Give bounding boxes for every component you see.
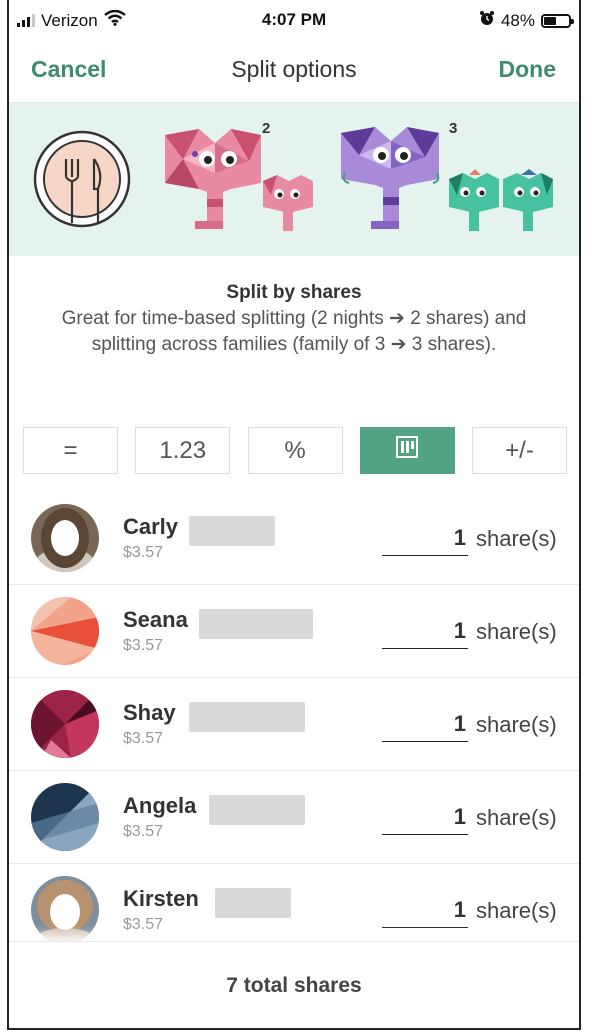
member-name: Shay: [123, 700, 176, 725]
member-name: Carly: [123, 514, 179, 539]
total-shares-label: 7 total shares: [226, 974, 362, 997]
split-type-tabs: = 1.23 % +/-: [23, 427, 567, 476]
member-amount: $3.57: [123, 637, 164, 654]
avatar: [31, 876, 99, 944]
redacted-surname: [209, 795, 305, 825]
exact-amount-icon: 1.23: [159, 436, 207, 464]
member-row-carly[interactable]: Carly $3.57 share(s): [9, 492, 579, 585]
group1-count: 2: [262, 120, 271, 137]
redacted-surname: [199, 609, 313, 639]
done-button[interactable]: Done: [499, 56, 557, 83]
split-description: Split by shares Great for time-based spl…: [29, 282, 559, 358]
shares-unit-label: share(s): [476, 619, 557, 644]
pink-elephant-pair-icon: [165, 129, 313, 231]
plate-cutlery-icon: [33, 130, 131, 228]
tab-shares[interactable]: [359, 427, 455, 474]
status-right: 48%: [479, 10, 574, 31]
shares-unit-label: share(s): [476, 805, 557, 830]
description-body: Great for time-based splitting (2 nights…: [61, 308, 527, 355]
shares-bars-icon: [395, 435, 419, 466]
page-title: Split options: [231, 56, 357, 82]
description-title: Split by shares: [226, 282, 362, 303]
member-amount: $3.57: [123, 916, 164, 933]
member-row-seana[interactable]: Seana $3.57 share(s): [9, 585, 579, 678]
member-amount: $3.57: [123, 730, 164, 747]
shares-unit-label: share(s): [476, 898, 557, 923]
shares-unit-label: share(s): [476, 712, 557, 737]
member-amount: $3.57: [123, 823, 164, 840]
battery-icon: [541, 13, 574, 28]
avatar: [31, 783, 99, 851]
avatar: [31, 504, 99, 572]
redacted-surname: [189, 516, 275, 546]
member-name: Angela: [123, 793, 197, 818]
total-shares-footer: 7 total shares: [9, 941, 579, 1028]
tab-exact-amounts[interactable]: 1.23: [135, 427, 231, 474]
purple-elephant-family-icon: [341, 127, 553, 231]
percent-icon: %: [284, 436, 306, 464]
equal-icon: =: [63, 436, 78, 464]
redacted-surname: [189, 702, 305, 732]
shares-input[interactable]: [382, 892, 468, 928]
member-name: Kirsten: [123, 886, 199, 911]
redacted-surname: [215, 888, 291, 918]
illustration-banner: 2 3: [9, 103, 579, 256]
avatar: [31, 690, 99, 758]
shares-input[interactable]: [382, 799, 468, 835]
shares-input[interactable]: [382, 706, 468, 742]
tab-adjustment[interactable]: +/-: [472, 427, 567, 474]
nav-bar: Cancel Split options Done: [9, 40, 579, 103]
shares-input[interactable]: [382, 520, 468, 556]
member-list: Carly $3.57 share(s) Seana $3.57 share(s…: [9, 492, 579, 957]
shares-input[interactable]: [382, 613, 468, 649]
tab-equal[interactable]: =: [23, 427, 118, 474]
tab-percent[interactable]: %: [247, 427, 343, 474]
status-bar: Verizon 4:07 PM 48%: [9, 0, 579, 40]
member-row-angela[interactable]: Angela $3.57 share(s): [9, 771, 579, 864]
member-row-shay[interactable]: Shay $3.57 share(s): [9, 678, 579, 771]
avatar: [31, 597, 99, 665]
shares-unit-label: share(s): [476, 526, 557, 551]
member-amount: $3.57: [123, 544, 164, 561]
battery-percent: 48%: [500, 10, 535, 30]
group2-count: 3: [449, 120, 458, 137]
alarm-icon: [479, 10, 495, 31]
phone-screen: Verizon 4:07 PM 48% Cancel Split options…: [7, 0, 581, 1030]
adjustment-icon: +/-: [505, 436, 534, 464]
member-name: Seana: [123, 607, 188, 632]
